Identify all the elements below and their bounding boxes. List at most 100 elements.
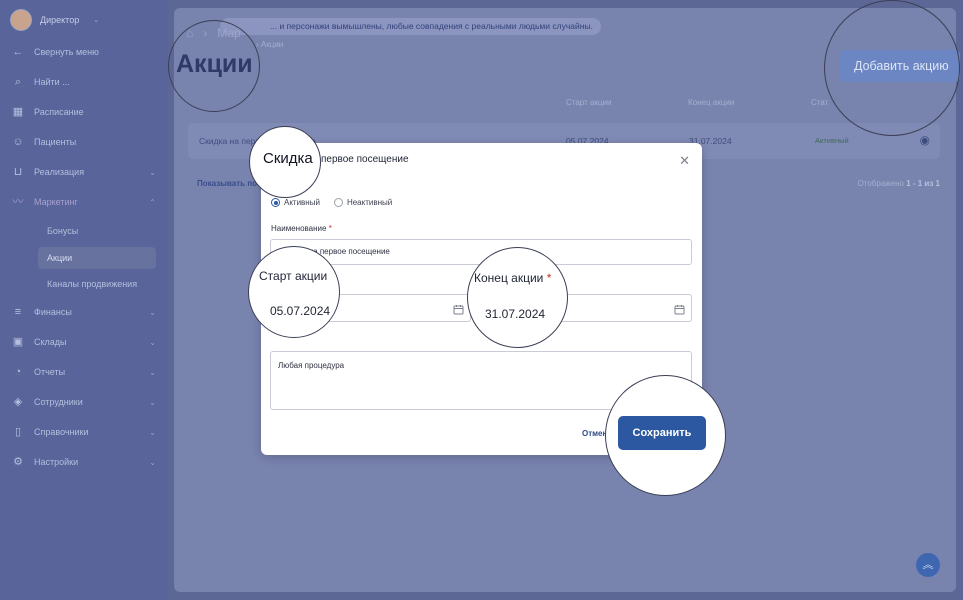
cancel-button[interactable]: Отмен <box>582 429 607 438</box>
users-icon: ☺ <box>12 136 24 148</box>
calendar-icon[interactable] <box>453 301 464 315</box>
sidebar-item-settings[interactable]: ⚙ Настройки ⌄ <box>12 450 158 474</box>
sidebar-subitem-bonuses[interactable]: Бонусы <box>38 220 156 242</box>
scroll-top-button[interactable]: ︽ <box>916 553 940 577</box>
column-header-start[interactable]: Старт акции <box>566 98 611 107</box>
sidebar-item-sales[interactable]: ⊔ Реализация ⌄ <box>12 160 158 184</box>
cart-icon: ⊔ <box>13 166 23 178</box>
start-date-value: 05.07.2024 <box>270 304 331 318</box>
sidebar-item-label: Отчеты <box>34 367 66 377</box>
chevron-down-icon: ⌄ <box>149 367 156 377</box>
sidebar-item-label: Финансы <box>34 307 72 317</box>
save-button[interactable]: Сохранить <box>618 416 706 450</box>
user-name: Директор <box>40 15 80 25</box>
rows-per-page[interactable]: Показывать по <box>197 179 257 188</box>
status-badge: Активный <box>815 136 849 145</box>
modal-title-zoomed: Скидка <box>263 150 313 167</box>
subitem-label: Бонусы <box>47 226 79 236</box>
sidebar-item-label: Маркетинг <box>34 197 78 207</box>
sidebar-item-references[interactable]: ▯ Справочники ⌄ <box>12 420 158 444</box>
book-icon: ▯ <box>14 426 22 438</box>
end-date-value: 31.07.2024 <box>485 307 546 321</box>
breadcrumb-current: › Акции <box>256 40 283 49</box>
pager-range: 1 - 1 из 1 <box>906 179 940 188</box>
modal-title-text: первое посещение <box>321 154 409 165</box>
column-header-status[interactable]: Стат <box>811 98 828 107</box>
subitem-label: Акции <box>47 253 73 263</box>
gear-icon: ⚙ <box>13 456 23 468</box>
double-chevron-up-icon: ︽ <box>922 559 934 571</box>
avatar <box>10 9 32 31</box>
modal-title: первое посещение <box>321 154 409 165</box>
sidebar-item-staff[interactable]: ◈ Сотрудники ⌄ <box>12 390 158 414</box>
eye-icon[interactable]: ◉ <box>920 133 930 147</box>
pagination-info: Отображено 1 - 1 из 1 <box>858 179 940 188</box>
people-icon: ◈ <box>13 396 23 408</box>
magnifier-circle <box>248 246 340 338</box>
calendar-icon: ▦ <box>12 106 24 118</box>
sidebar-item-schedule[interactable]: ▦ Расписание <box>12 100 158 124</box>
status-active-radio[interactable]: Активный <box>271 198 320 207</box>
subitem-label: Каналы продвижения <box>47 279 138 289</box>
start-date-label: Старт акции <box>259 269 327 283</box>
box-icon: ▣ <box>12 336 24 348</box>
magnifier-circle <box>467 247 568 348</box>
description-value: Любая процедура <box>278 361 345 370</box>
sidebar-item-label: Пациенты <box>34 137 77 147</box>
chevron-down-icon: ⌄ <box>93 17 100 24</box>
sidebar-item-reports[interactable]: ◔ Отчеты ⌄ <box>12 360 158 384</box>
status-inactive-radio[interactable]: Неактивный <box>333 198 393 207</box>
chevron-up-icon: ⌃ <box>149 197 156 207</box>
sidebar-item-label: Склады <box>34 337 67 347</box>
sidebar-item-label: Реализация <box>34 167 85 177</box>
end-date-label-text: Конец акции <box>474 271 544 285</box>
sidebar-item-label: Расписание <box>34 107 84 117</box>
calendar-icon[interactable] <box>674 301 685 315</box>
radio-label: Активный <box>284 198 320 207</box>
name-label-text: Наименование <box>271 224 327 233</box>
sidebar: Директор ⌄ ← Свернуть меню ⌕ Найти ... ▦… <box>0 0 168 600</box>
sidebar-item-marketing[interactable]: 〰 Маркетинг ⌃ <box>12 190 158 214</box>
close-icon[interactable]: ✕ <box>679 153 690 169</box>
arrow-left-icon: ← <box>12 46 24 58</box>
trend-icon: 〰 <box>12 196 24 208</box>
collapse-label: Свернуть меню <box>34 47 99 57</box>
sidebar-item-label: Справочники <box>34 427 89 437</box>
radio-label: Неактивный <box>346 198 393 207</box>
magnifier-circle <box>168 20 260 112</box>
user-menu[interactable]: Директор ⌄ <box>10 9 99 31</box>
end-date-label: Конец акции * <box>474 271 551 285</box>
breadcrumb-current-label: Акции <box>260 40 284 49</box>
chevron-down-icon: ⌄ <box>149 167 156 177</box>
chevron-down-icon: ⌄ <box>149 337 156 347</box>
status-radio-group: Активный Неактивный <box>271 198 392 207</box>
sidebar-item-patients[interactable]: ☺ Пациенты <box>12 130 158 154</box>
radio-dot <box>333 198 343 207</box>
sidebar-subitem-promotions[interactable]: Акции <box>38 247 156 269</box>
search-icon: ⌕ <box>14 76 22 88</box>
required-mark: * <box>328 224 332 233</box>
sidebar-subitem-channels[interactable]: Каналы продвижения <box>38 273 156 295</box>
demo-notice: ... и персонажи вымышлены, любые совпаде… <box>220 18 601 35</box>
radio-dot <box>271 198 280 207</box>
sidebar-item-label: Настройки <box>34 457 79 467</box>
sidebar-item-warehouses[interactable]: ▣ Склады ⌄ <box>12 330 158 354</box>
chevron-down-icon: ⌄ <box>149 427 156 437</box>
database-icon: ≡ <box>14 306 22 318</box>
column-header-end[interactable]: Конец акции <box>688 98 734 107</box>
chart-icon: ◔ <box>14 366 22 378</box>
sidebar-item-finance[interactable]: ≡ Финансы ⌄ <box>12 300 158 324</box>
required-mark: * <box>546 271 552 285</box>
chevron-down-icon: ⌄ <box>149 307 156 317</box>
rows-per-page-label: Показывать по <box>197 179 258 188</box>
chevron-down-icon: ⌄ <box>149 397 156 407</box>
collapse-menu[interactable]: ← Свернуть меню <box>12 40 158 64</box>
name-label: Наименование * <box>271 224 332 233</box>
sidebar-search[interactable]: ⌕ Найти ... <box>12 70 158 94</box>
sidebar-item-label: Сотрудники <box>34 397 83 407</box>
pager-prefix: Отображено <box>857 179 904 188</box>
search-label: Найти ... <box>34 77 70 87</box>
start-date-label-text: Старт акции <box>259 269 328 283</box>
magnifier-circle <box>824 0 960 136</box>
chevron-down-icon: ⌄ <box>149 457 156 467</box>
